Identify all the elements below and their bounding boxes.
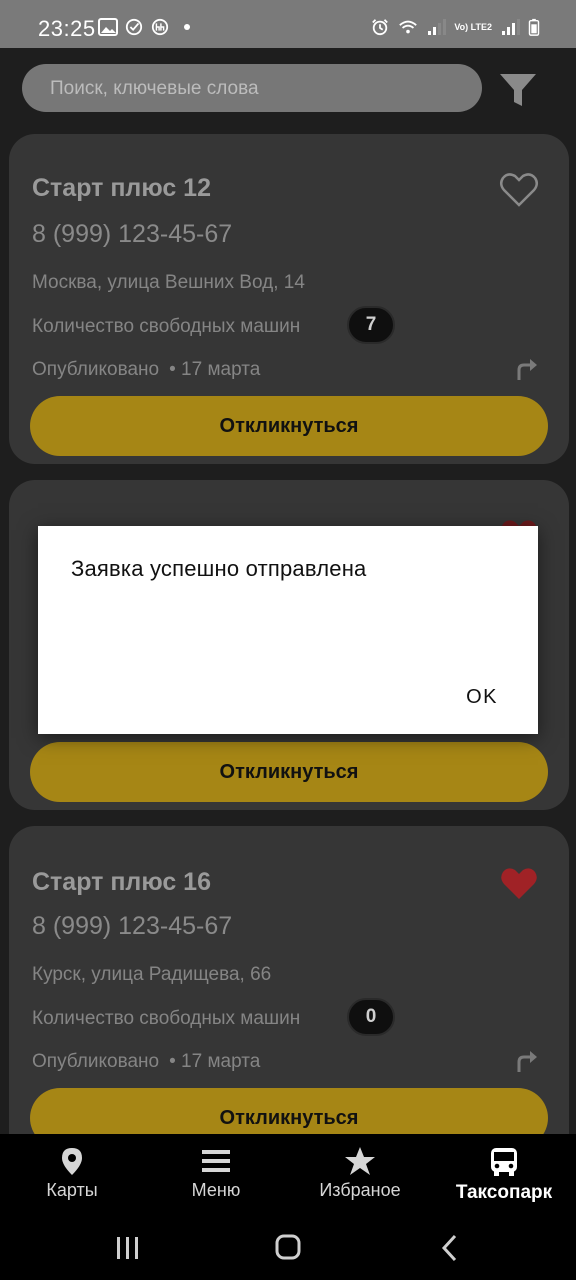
status-left-icons (98, 18, 190, 36)
card-address: Москва, улица Вешних Вод, 14 (32, 272, 305, 293)
filter-icon[interactable] (496, 68, 540, 112)
signal-2-icon (502, 19, 520, 35)
nav-label: Меню (191, 1180, 241, 1200)
respond-button[interactable]: Откликнуться (30, 742, 548, 802)
card-phone: 8 (999) 123-45-67 (32, 912, 233, 940)
free-cars-count: 0 (347, 998, 395, 1036)
respond-button[interactable]: Откликнуться (30, 396, 548, 456)
system-nav-bar (0, 1216, 576, 1280)
nav-label: Избраное (319, 1180, 401, 1200)
free-cars-label: Количество свободных машин (32, 1008, 301, 1029)
card-title: Старт плюс 12 (32, 174, 211, 202)
published-text: Опубликовано (32, 359, 160, 380)
card-phone: 8 (999) 123-45-67 (32, 220, 233, 248)
network-type-label: Vo) LTE2 (454, 21, 492, 32)
success-dialog: Заявка успешно отправлена OK (38, 526, 538, 734)
published-label: Опубликовано • 17 марта (32, 1051, 260, 1073)
nav-item-maps[interactable]: Карты (0, 1134, 144, 1216)
recent-apps-icon[interactable] (108, 1230, 148, 1266)
search-placeholder: Поиск, ключевые слова (50, 78, 259, 99)
card-title: Старт плюс 16 (32, 868, 211, 896)
home-icon[interactable] (268, 1230, 308, 1266)
gallery-notification-icon (98, 18, 118, 36)
published-date: • 17 марта (169, 359, 261, 380)
status-bar: 23:25 Vo) LTE2 (0, 0, 576, 48)
map-pin-icon (62, 1148, 82, 1175)
star-icon (345, 1147, 375, 1175)
signal-icon (428, 19, 447, 35)
share-icon[interactable] (515, 1048, 541, 1074)
bus-icon (491, 1148, 517, 1176)
heart-filled-icon[interactable] (499, 866, 539, 902)
status-time: 23:25 (38, 16, 96, 41)
wifi-icon (399, 20, 418, 34)
back-icon[interactable] (430, 1230, 470, 1266)
taxi-card: Старт плюс 16 8 (999) 123-45-67 Курск, у… (9, 826, 569, 1134)
check-circle-icon (125, 18, 143, 36)
share-icon[interactable] (515, 356, 541, 382)
published-text: Опубликовано (32, 1051, 160, 1072)
bottom-nav: Карты Меню Избраное Таксопарк (0, 1134, 576, 1216)
battery-icon (528, 18, 540, 36)
alarm-icon (372, 19, 389, 36)
status-right-icons: Vo) LTE2 (370, 18, 540, 36)
nav-label: Карты (46, 1180, 98, 1200)
taxi-card: Старт плюс 12 8 (999) 123-45-67 Москва, … (9, 134, 569, 464)
published-date: • 17 марта (169, 1051, 261, 1072)
published-label: Опубликовано • 17 марта (32, 359, 260, 381)
card-address: Курск, улица Радищева, 66 (32, 964, 272, 985)
dialog-message: Заявка успешно отправлена (71, 556, 367, 581)
dialog-ok-button[interactable]: OK (466, 686, 498, 709)
search-input[interactable]: Поиск, ключевые слова (22, 64, 482, 112)
nav-item-taxipark[interactable]: Таксопарк (432, 1134, 576, 1216)
heart-outline-icon[interactable] (499, 172, 539, 208)
hh-app-icon (151, 18, 169, 36)
more-notifications-icon (184, 24, 190, 30)
free-cars-count: 7 (347, 306, 395, 344)
nav-item-menu[interactable]: Меню (144, 1134, 288, 1216)
menu-icon (202, 1150, 230, 1172)
nav-item-favorites[interactable]: Избраное (288, 1134, 432, 1216)
nav-label: Таксопарк (455, 1182, 553, 1203)
free-cars-label: Количество свободных машин (32, 316, 301, 337)
respond-button[interactable]: Откликнуться (30, 1088, 548, 1134)
